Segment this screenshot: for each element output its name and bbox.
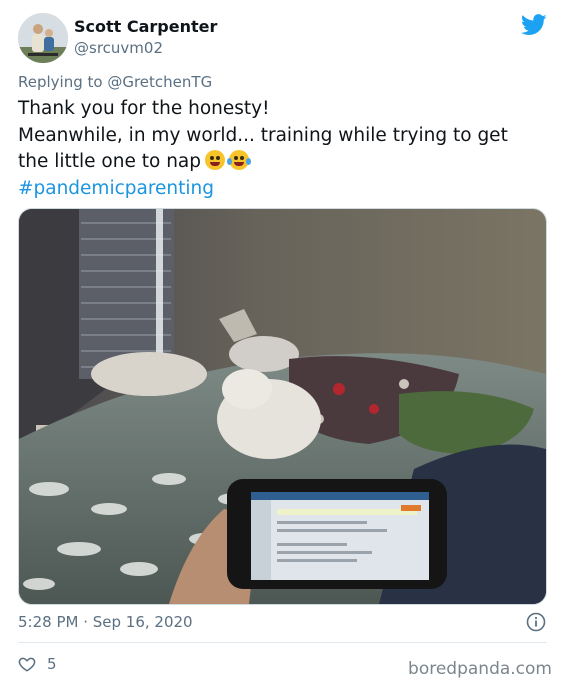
display-name[interactable]: Scott Carpenter bbox=[74, 17, 217, 36]
tweet-line-3: the little one to nap bbox=[18, 149, 548, 176]
like-button[interactable]: 5 bbox=[18, 654, 57, 674]
reply-prefix: Replying to bbox=[18, 73, 108, 91]
user-handle[interactable]: @srcuvm02 bbox=[74, 39, 163, 57]
like-count: 5 bbox=[47, 655, 57, 673]
tweet-line-1: Thank you for the honesty! bbox=[18, 98, 270, 119]
boredpanda-watermark: boredpanda.com bbox=[408, 659, 552, 679]
avatar-image bbox=[18, 13, 68, 63]
zany-face-emoji-icon bbox=[205, 150, 225, 170]
hashtag-link[interactable]: #pandemicparenting bbox=[18, 176, 548, 203]
tears-of-joy-emoji-icon bbox=[227, 150, 251, 170]
tweet-text: Thank you for the honesty! Meanwhile, in… bbox=[18, 96, 548, 202]
divider bbox=[18, 642, 547, 643]
tweet-photo[interactable] bbox=[18, 208, 547, 605]
heart-icon bbox=[18, 657, 36, 672]
reply-mention-link[interactable]: @GretchenTG bbox=[107, 73, 212, 91]
avatar[interactable] bbox=[18, 13, 68, 63]
tweet-line-3-text: the little one to nap bbox=[18, 151, 201, 172]
info-icon[interactable] bbox=[526, 612, 546, 632]
twitter-bird-icon[interactable] bbox=[521, 14, 547, 36]
bedroom-photo bbox=[19, 209, 546, 604]
tweet-timestamp[interactable]: 5:28 PM · Sep 16, 2020 bbox=[18, 613, 193, 631]
reply-context: Replying to @GretchenTG bbox=[18, 73, 212, 91]
tweet-line-2: Meanwhile, in my world... training while… bbox=[18, 124, 508, 146]
